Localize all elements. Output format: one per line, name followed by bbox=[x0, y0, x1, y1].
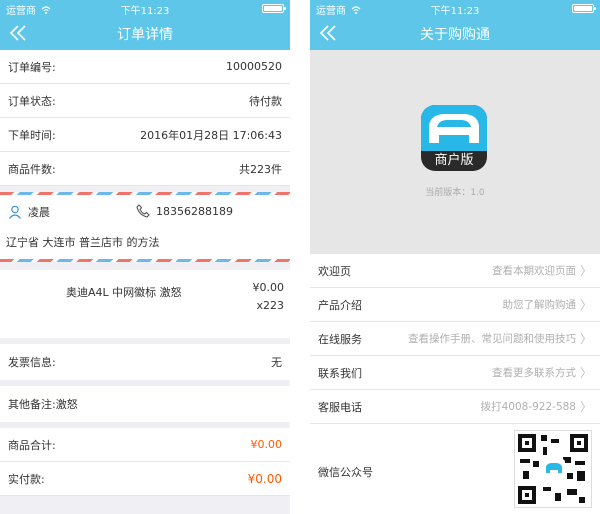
address-text: 辽宁省 大连市 普兰店市 的方法 bbox=[6, 236, 160, 249]
qr-module bbox=[551, 439, 559, 443]
order-status-row: 订单状态: 待付款 bbox=[0, 84, 290, 118]
about-header: 商户版 当前版本：1.0 bbox=[310, 50, 600, 254]
item-count-row: 商品件数: 共223件 bbox=[0, 152, 290, 186]
recipient-name: 凌晨 bbox=[8, 204, 50, 220]
amount-paid-label: 实付款: bbox=[8, 472, 45, 486]
qr-module bbox=[567, 473, 573, 479]
remark-value: 激怒 bbox=[55, 398, 78, 411]
page-title: 订单详情 bbox=[117, 27, 173, 43]
qr-module bbox=[541, 435, 547, 441]
goods-total-row: 商品合计: ¥0.00 bbox=[0, 428, 290, 462]
amount-paid-row: 实付款: ¥0.00 bbox=[0, 462, 290, 496]
chevron-right-icon: 〉 bbox=[579, 264, 592, 278]
remark-row: 其他备注: 激怒 bbox=[0, 386, 290, 422]
battery-icon bbox=[262, 4, 286, 13]
menu-hint: 查看更多联系方式 bbox=[492, 367, 576, 379]
qr-module bbox=[543, 447, 547, 455]
qr-module bbox=[543, 487, 551, 491]
product-quantity: x223 bbox=[256, 299, 284, 312]
row-label: 商品件数: bbox=[8, 162, 56, 176]
page-title: 关于购购通 bbox=[420, 27, 490, 43]
about-screen: 运营商 下午11:23 关于购购通 商户版 当前版本：1.0 欢迎页 查看本期欢… bbox=[310, 0, 600, 514]
status-time: 下午11:23 bbox=[120, 6, 170, 17]
nav-bar: 订单详情 bbox=[0, 16, 290, 50]
menu-hint: 拨打4008-922-588 bbox=[480, 401, 576, 413]
person-icon bbox=[9, 205, 21, 219]
row-value: 共223件 bbox=[239, 162, 282, 176]
version-text: 当前版本：1.0 bbox=[425, 188, 485, 198]
battery-icon bbox=[572, 4, 596, 13]
row-value: 10000520 bbox=[226, 60, 282, 73]
goods-total-label: 商品合计: bbox=[8, 438, 56, 452]
qr-finder bbox=[518, 486, 536, 504]
logo-top bbox=[421, 105, 487, 151]
invoice-value: 无 bbox=[271, 356, 282, 369]
app-logo: 商户版 bbox=[421, 105, 487, 171]
qr-module bbox=[577, 471, 585, 481]
row-value: 待付款 bbox=[249, 94, 282, 108]
remark-label: 其他备注: bbox=[8, 398, 56, 411]
phone-icon bbox=[136, 204, 150, 218]
qr-module bbox=[555, 493, 561, 501]
row-label: 订单编号: bbox=[8, 60, 56, 74]
menu-label: 产品介绍 bbox=[318, 298, 362, 312]
menu-label: 客服电话 bbox=[318, 400, 362, 414]
nav-bar: 关于购购通 bbox=[310, 16, 600, 50]
menu-item-contact-us[interactable]: 联系我们 查看更多联系方式 〉 bbox=[310, 356, 600, 390]
menu-item-service-phone[interactable]: 客服电话 拨打4008-922-588 〉 bbox=[310, 390, 600, 424]
order-time-row: 下单时间: 2016年01月28日 17:06:43 bbox=[0, 118, 290, 152]
wechat-label: 微信公众号 bbox=[318, 466, 373, 479]
chevron-right-icon: 〉 bbox=[579, 298, 592, 312]
qr-finder bbox=[518, 434, 536, 452]
qr-module bbox=[520, 459, 530, 463]
about-menu: 欢迎页 查看本期欢迎页面 〉 产品介绍 助您了解购购通 〉 在线服务 查看操作手… bbox=[310, 254, 600, 424]
chevron-right-icon: 〉 bbox=[579, 366, 592, 380]
menu-label: 在线服务 bbox=[318, 332, 362, 346]
menu-item-welcome[interactable]: 欢迎页 查看本期欢迎页面 〉 bbox=[310, 254, 600, 288]
order-detail-screen: 运营商 下午11:23 订单详情 订单编号: 10000520 订单状态: 待付… bbox=[0, 0, 290, 514]
menu-hint: 查看操作手册、常见问题和使用技巧 bbox=[408, 333, 576, 345]
status-bar: 运营商 下午11:23 bbox=[310, 0, 600, 17]
qr-center-logo bbox=[543, 459, 565, 477]
airmail-stripe-bottom bbox=[0, 259, 290, 262]
car-icon bbox=[429, 114, 479, 143]
order-info-list: 订单编号: 10000520 订单状态: 待付款 下单时间: 2016年01月2… bbox=[0, 50, 290, 186]
menu-hint: 助您了解购购通 bbox=[502, 299, 577, 311]
status-bar: 运营商 下午11:23 bbox=[0, 0, 290, 17]
row-value: 2016年01月28日 17:06:43 bbox=[140, 128, 282, 142]
goods-total-value: ¥0.00 bbox=[250, 438, 283, 451]
airmail-stripe-top bbox=[0, 192, 290, 195]
shipping-address[interactable]: 凌晨 18356288189 辽宁省 大连市 普兰店市 的方法 bbox=[0, 192, 290, 262]
qr-code bbox=[514, 430, 592, 508]
invoice-label: 发票信息: bbox=[8, 356, 56, 369]
order-number-row: 订单编号: 10000520 bbox=[0, 50, 290, 84]
menu-hint: 查看本期欢迎页面 bbox=[492, 265, 576, 277]
row-label: 下单时间: bbox=[8, 128, 56, 142]
recipient-phone: 18356288189 bbox=[136, 204, 233, 218]
qr-module bbox=[567, 489, 577, 495]
recipient-phone-text: 18356288189 bbox=[156, 204, 233, 218]
menu-item-online-service[interactable]: 在线服务 查看操作手册、常见问题和使用技巧 〉 bbox=[310, 322, 600, 356]
wechat-row: 微信公众号 bbox=[310, 424, 600, 514]
product-price: ¥0.00 bbox=[252, 281, 285, 294]
product-item[interactable]: 奥迪A4L 中网徽标 激怒 ¥0.00 x223 bbox=[0, 270, 290, 338]
qr-module bbox=[533, 461, 539, 467]
qr-module bbox=[575, 461, 585, 465]
logo-text: 商户版 bbox=[434, 153, 474, 168]
chevron-right-icon: 〉 bbox=[579, 332, 592, 346]
menu-item-product-intro[interactable]: 产品介绍 助您了解购购通 〉 bbox=[310, 288, 600, 322]
menu-label: 联系我们 bbox=[318, 366, 362, 380]
product-name: 奥迪A4L 中网徽标 激怒 bbox=[66, 286, 182, 299]
qr-module bbox=[523, 471, 529, 479]
chevron-right-icon: 〉 bbox=[579, 400, 592, 414]
qr-finder bbox=[570, 434, 588, 452]
row-label: 订单状态: bbox=[8, 94, 56, 108]
status-time: 下午11:23 bbox=[430, 6, 480, 17]
qr-module bbox=[579, 497, 585, 503]
recipient-name-text: 凌晨 bbox=[28, 206, 50, 219]
menu-label: 欢迎页 bbox=[318, 264, 351, 278]
amount-paid-value: ¥0.00 bbox=[247, 471, 282, 486]
invoice-row: 发票信息: 无 bbox=[0, 344, 290, 380]
